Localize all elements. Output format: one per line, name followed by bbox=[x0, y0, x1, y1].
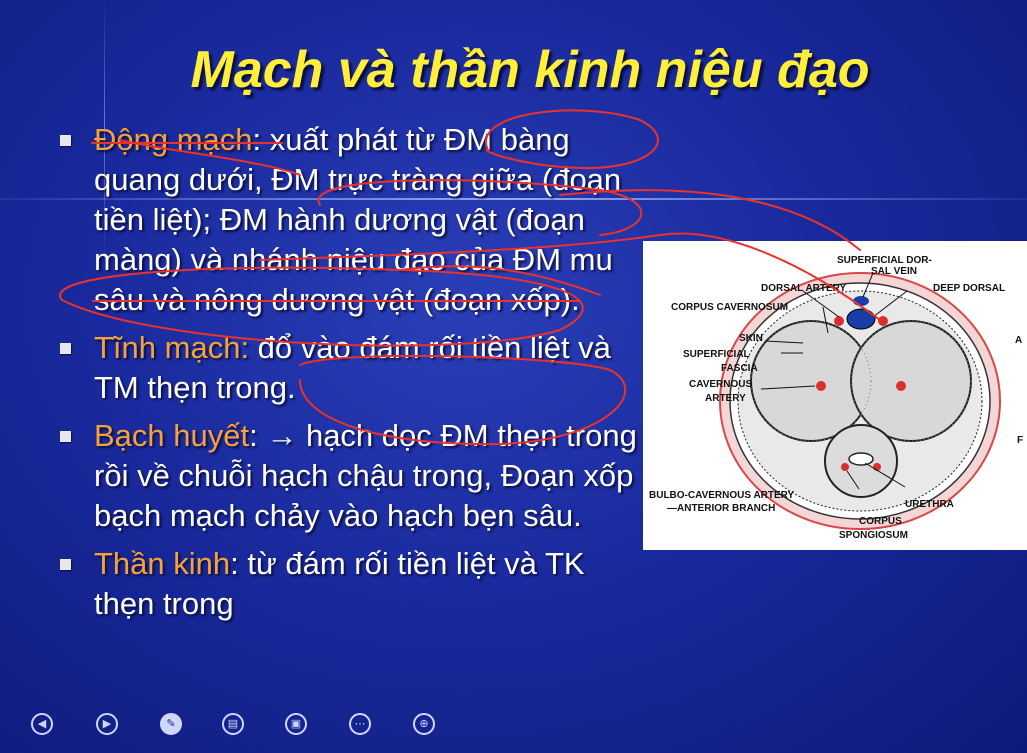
slides-grid-icon[interactable]: ▤ bbox=[222, 713, 244, 735]
more-options-icon[interactable]: ⋯ bbox=[349, 713, 371, 735]
pen-icon[interactable]: ✎ bbox=[160, 713, 182, 735]
ink-underline-1 bbox=[119, 139, 301, 176]
previous-slide-icon[interactable]: ◀ bbox=[31, 713, 53, 735]
ink-arrow-to-dorsal-artery bbox=[259, 232, 881, 321]
ink-strokes bbox=[59, 109, 881, 446]
next-slide-icon[interactable]: ▶ bbox=[96, 713, 118, 735]
ink-circle-bang-quang bbox=[485, 109, 659, 170]
ink-circle-tinh-mach bbox=[299, 354, 627, 446]
ink-loop-mu-sau bbox=[59, 266, 584, 347]
slideshow-toolbar: ◀ ▶ ✎ ▤ ▣ ⋯ ⊕ bbox=[0, 704, 460, 744]
ink-annotations bbox=[59, 109, 881, 446]
slide-canvas: Mạch và thần kinh niệu đạo Động mạch: xu… bbox=[0, 0, 1027, 753]
zoom-icon[interactable]: ⊕ bbox=[413, 713, 435, 735]
ink-arc-dm-hanh bbox=[317, 179, 643, 236]
screen-icon[interactable]: ▣ bbox=[285, 713, 307, 735]
